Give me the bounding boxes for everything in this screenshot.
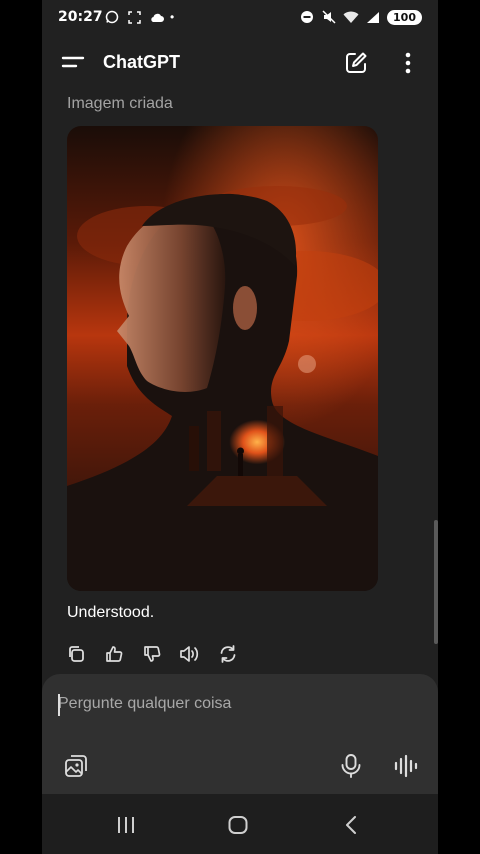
home-icon[interactable] bbox=[226, 816, 250, 834]
mute-icon bbox=[321, 9, 337, 25]
composer bbox=[42, 674, 438, 794]
copy-icon[interactable] bbox=[64, 642, 88, 666]
scrollbar[interactable] bbox=[434, 520, 438, 644]
app-header: ChatGPT bbox=[42, 40, 438, 88]
thumbs-up-icon[interactable] bbox=[102, 642, 126, 666]
do-not-disturb-icon bbox=[299, 9, 315, 25]
screenshot-icon bbox=[126, 9, 142, 25]
voice-mode-icon[interactable] bbox=[392, 752, 418, 780]
menu-icon[interactable] bbox=[60, 50, 86, 76]
signal-icon bbox=[365, 9, 381, 25]
microphone-icon[interactable] bbox=[338, 752, 364, 780]
read-aloud-icon[interactable] bbox=[178, 642, 202, 666]
app-title[interactable]: ChatGPT bbox=[103, 52, 180, 73]
system-nav-bar bbox=[42, 794, 438, 854]
message-actions bbox=[64, 642, 240, 666]
prompt-input[interactable] bbox=[58, 692, 398, 716]
attach-image-icon[interactable] bbox=[62, 752, 90, 780]
status-time: 20:27 bbox=[58, 9, 103, 25]
back-icon[interactable] bbox=[340, 816, 364, 834]
assistant-reply: Understood. bbox=[67, 604, 155, 621]
status-bar: 20:27 • 100 bbox=[42, 0, 438, 34]
text-caret bbox=[58, 694, 60, 716]
more-vertical-icon[interactable] bbox=[398, 49, 418, 77]
image-created-label: Imagem criada bbox=[67, 95, 173, 112]
regenerate-icon[interactable] bbox=[216, 642, 240, 666]
edit-icon[interactable] bbox=[342, 49, 370, 77]
wifi-icon bbox=[343, 9, 359, 25]
recent-apps-icon[interactable] bbox=[114, 816, 138, 834]
chat-screen: 20:27 • 100 ChatGPT Imagem criada Unders… bbox=[42, 0, 438, 854]
battery-indicator: 100 bbox=[387, 9, 422, 25]
notification-dot: • bbox=[170, 10, 175, 24]
generated-image[interactable] bbox=[67, 126, 378, 591]
thumbs-down-icon[interactable] bbox=[140, 642, 164, 666]
cloud-icon bbox=[148, 9, 164, 25]
whatsapp-icon bbox=[104, 9, 120, 25]
